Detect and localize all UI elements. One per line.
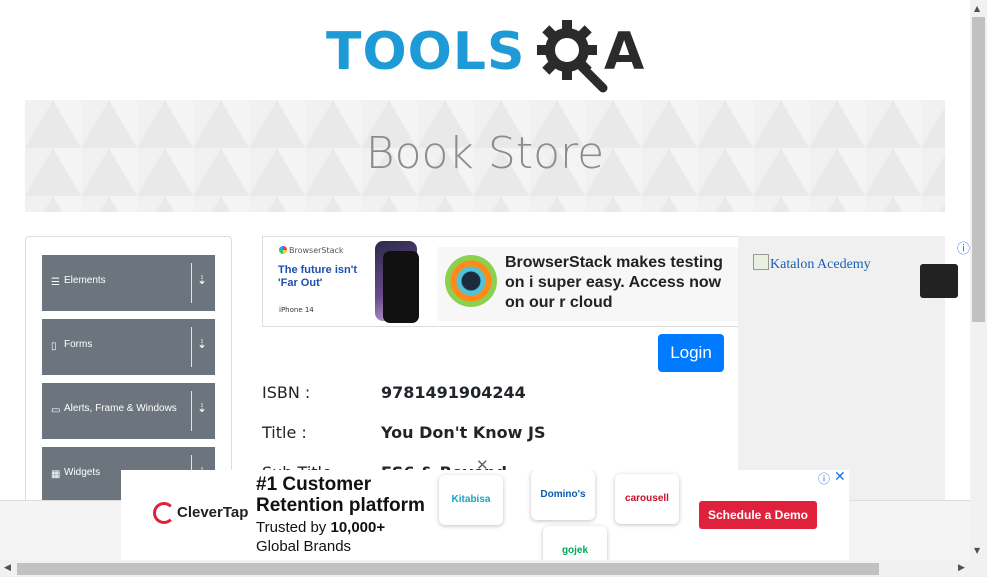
browserstack-ad[interactable]: BrowserStack The future isn't 'Far Out' … xyxy=(262,236,740,327)
isbn-value: 9781491904244 xyxy=(381,383,526,402)
brand-card-gojek: gojek xyxy=(543,526,607,560)
sidebar-group-forms[interactable]: ▯ Forms ⇣ xyxy=(42,319,215,375)
document-icon: ▯ xyxy=(51,341,57,352)
window-icon: ▭ xyxy=(51,405,61,416)
logo-text-qa: A xyxy=(604,22,646,82)
page-banner: Book Store xyxy=(25,100,945,212)
logo-text-tools: TOOLS xyxy=(326,22,526,82)
clevertap-logo: CleverTap xyxy=(153,502,248,524)
clevertap-brand: CleverTap xyxy=(177,504,249,521)
katalon-image[interactable]: Katalon Acedemy xyxy=(753,254,871,273)
sidebar-group-label: Forms xyxy=(64,339,93,350)
ad-device-line: iPhone 14 xyxy=(279,306,314,314)
katalon-alt-text: Katalon Acedemy xyxy=(770,257,871,272)
scroll-up-icon[interactable]: ▲ xyxy=(974,4,980,13)
hamburger-icon: ☰ xyxy=(51,277,60,288)
sidebar-group-alerts[interactable]: ▭ Alerts, Frame & Windows ⇣ xyxy=(42,383,215,439)
toolsqa-logo[interactable]: TOOLS A xyxy=(326,16,650,93)
close-icon[interactable]: ✕ xyxy=(834,470,846,485)
scroll-left-icon[interactable]: ◀ xyxy=(4,563,11,573)
isbn-label: ISBN : xyxy=(262,383,311,402)
gear-icon xyxy=(537,20,608,93)
ad-info-icon[interactable]: ⓘ xyxy=(957,238,970,257)
brand-card-dominos: Domino's xyxy=(531,470,595,520)
title-value: You Don't Know JS xyxy=(381,423,546,442)
subline-post: Global Brands xyxy=(256,538,352,555)
download-arrow-icon[interactable]: ⇣ xyxy=(197,401,207,415)
sidebar-group-label: Widgets xyxy=(64,467,101,478)
ad-headline: #1 Customer Retention platform xyxy=(256,474,425,516)
ad-brand-label: BrowserStack xyxy=(289,246,344,255)
sidebar-group-elements[interactable]: ☰ Elements ⇣ xyxy=(42,255,215,311)
browserstack-logo-icon xyxy=(279,246,287,254)
download-arrow-icon[interactable]: ⇣ xyxy=(197,337,207,351)
brand-card-carousell: carousell xyxy=(615,474,679,524)
phone-image-back xyxy=(383,251,419,323)
divider xyxy=(191,327,192,367)
ad-info-icon[interactable]: ⓘ xyxy=(818,470,830,487)
divider xyxy=(191,391,192,431)
page-title: Book Store xyxy=(365,128,605,179)
broken-image-icon xyxy=(753,254,769,270)
ad-subline: Trusted by 10,000+ Global Brands xyxy=(256,518,385,556)
ad-tagline: The future isn't 'Far Out' xyxy=(278,264,358,289)
ad-brand: BrowserStack xyxy=(279,246,344,255)
divider xyxy=(191,263,192,303)
login-button[interactable]: Login xyxy=(658,334,724,372)
katalon-ad[interactable]: Katalon Acedemy xyxy=(738,236,945,500)
schedule-demo-button[interactable]: Schedule a Demo xyxy=(699,501,817,529)
vertical-scrollbar-thumb[interactable] xyxy=(972,17,985,322)
ad-overlay-tab[interactable] xyxy=(920,264,958,298)
scroll-down-icon[interactable]: ▼ xyxy=(974,546,980,555)
sidebar-group-label: Alerts, Frame & Windows xyxy=(64,403,177,414)
title-label: Title : xyxy=(262,423,307,442)
clevertap-ad[interactable]: CleverTap #1 Customer Retention platform… xyxy=(121,470,849,560)
grid-icon: ▦ xyxy=(51,469,61,480)
horizontal-scrollbar-thumb[interactable] xyxy=(17,563,879,575)
browserstack-logo-icon xyxy=(445,255,497,307)
ad-content[interactable]: BrowserStack makes testing on i super ea… xyxy=(437,247,739,321)
sidebar-group-label: Elements xyxy=(64,275,106,286)
subline-bold: 10,000+ xyxy=(330,519,386,536)
subline-pre: Trusted by xyxy=(256,519,331,536)
scroll-right-icon[interactable]: ▶ xyxy=(958,563,965,573)
ad-headline: BrowserStack makes testing on i super ea… xyxy=(505,254,723,311)
brand-card-kitabisa: Kitabisa xyxy=(439,475,503,525)
clevertap-logo-icon xyxy=(153,502,175,524)
download-arrow-icon[interactable]: ⇣ xyxy=(197,273,207,287)
